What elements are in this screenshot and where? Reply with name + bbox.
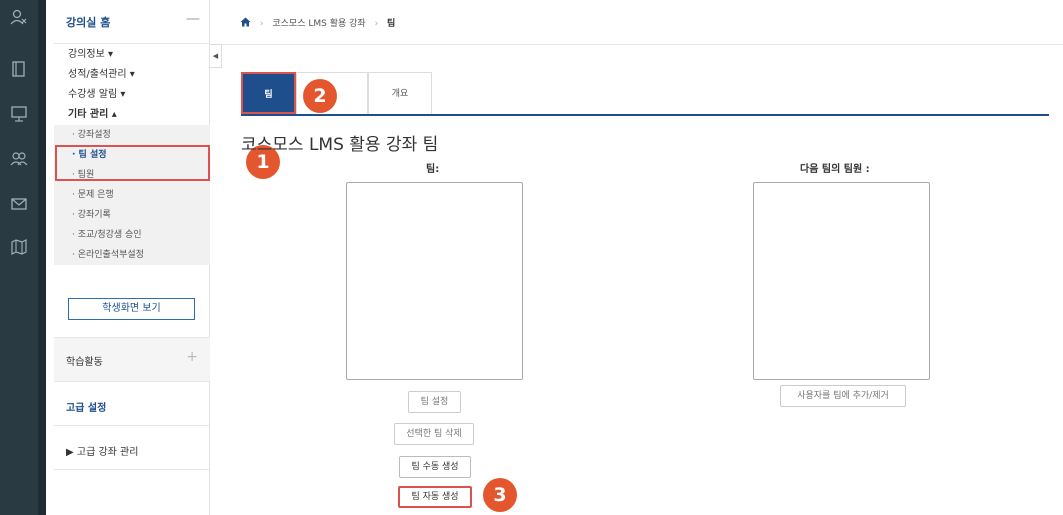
home-icon[interactable] xyxy=(240,17,254,29)
page-title: 코스모스 LMS 활용 강좌 팀 xyxy=(241,135,439,155)
plus-icon[interactable]: + xyxy=(186,349,198,365)
team-settings-highlight xyxy=(55,145,210,181)
menu-course-info[interactable]: 강의정보 ▾ xyxy=(54,45,210,65)
sidebar-home-link[interactable]: 강의실 홈 xyxy=(66,14,110,30)
members-listbox[interactable] xyxy=(753,182,930,380)
sidebar-collapse-handle[interactable]: ◀ xyxy=(210,44,222,68)
advanced-course-mgmt-section: ▶ 고급 강좌 관리 xyxy=(54,425,210,469)
breadcrumb-separator: › xyxy=(374,19,379,29)
submenu-course-logs[interactable]: · 강좌기록 xyxy=(54,205,210,225)
learning-activity-label: 학습활동 xyxy=(66,357,103,368)
icon-rail xyxy=(0,0,46,515)
teams-label: 팀: xyxy=(426,164,440,175)
book-icon[interactable] xyxy=(10,60,28,78)
collapse-toggle[interactable]: — xyxy=(186,11,200,27)
breadcrumb: › 코스모스 LMS 활용 강좌 › 팀 xyxy=(240,16,401,29)
menu-grades-attendance[interactable]: 성적/출석관리 ▾ xyxy=(54,65,210,85)
advanced-settings-title[interactable]: 고급 설정 xyxy=(66,399,106,414)
learning-activity-section[interactable]: 학습활동 + xyxy=(54,337,210,381)
members-label: 다음 팀의 팀원 : xyxy=(800,164,870,175)
step-badge-2: 2 xyxy=(303,79,337,113)
tab-underline xyxy=(241,114,1049,116)
tab-overview[interactable]: 개요 xyxy=(368,72,432,114)
course-sidebar: 강의실 홈 — 강의정보 ▾ 성적/출석관리 ▾ 수강생 알림 ▾ 기타 관리 … xyxy=(54,0,210,515)
breadcrumb-divider xyxy=(222,44,1063,45)
step-badge-3: 3 xyxy=(483,478,517,512)
submenu-course-settings[interactable]: · 강좌설정 xyxy=(54,125,210,145)
delete-selected-team-button[interactable]: 선택한 팀 삭제 xyxy=(394,423,474,445)
add-remove-users-button[interactable]: 사용자를 팀에 추가/제거 xyxy=(780,385,906,407)
submenu-ta-approval[interactable]: · 조교/청강생 승인 xyxy=(54,225,210,245)
sidebar-footer xyxy=(54,469,210,515)
breadcrumb-course[interactable]: 코스모스 LMS 활용 강좌 xyxy=(272,19,365,29)
submenu-online-attendance[interactable]: · 온라인출석부설정 xyxy=(54,245,210,265)
users-icon[interactable] xyxy=(10,150,28,168)
breadcrumb-current: 팀 xyxy=(387,19,396,29)
submenu-question-bank[interactable]: · 문제 은행 xyxy=(54,185,210,205)
tab-team[interactable]: 팀 xyxy=(241,72,296,114)
whiteboard-icon[interactable] xyxy=(10,105,28,123)
menu-student-notify[interactable]: 수강생 알림 ▾ xyxy=(54,85,210,105)
advanced-course-mgmt-link[interactable]: ▶ 고급 강좌 관리 xyxy=(66,443,138,458)
user-cross-icon[interactable] xyxy=(10,8,28,26)
create-team-auto-button[interactable]: 팀 자동 생성 xyxy=(398,486,472,508)
student-view-button[interactable]: 학생화면 보기 xyxy=(68,298,195,320)
sidebar-header: 강의실 홈 — xyxy=(54,0,210,44)
breadcrumb-separator: › xyxy=(259,19,264,29)
create-team-manual-button[interactable]: 팀 수동 생성 xyxy=(399,456,471,478)
teams-listbox[interactable] xyxy=(346,182,523,380)
mail-icon[interactable] xyxy=(10,195,28,213)
menu-other-management[interactable]: 기타 관리 ▴ xyxy=(54,105,210,125)
advanced-settings-section: 고급 설정 xyxy=(54,381,210,425)
map-icon[interactable] xyxy=(10,238,28,256)
team-settings-button[interactable]: 팀 설정 xyxy=(408,391,461,413)
